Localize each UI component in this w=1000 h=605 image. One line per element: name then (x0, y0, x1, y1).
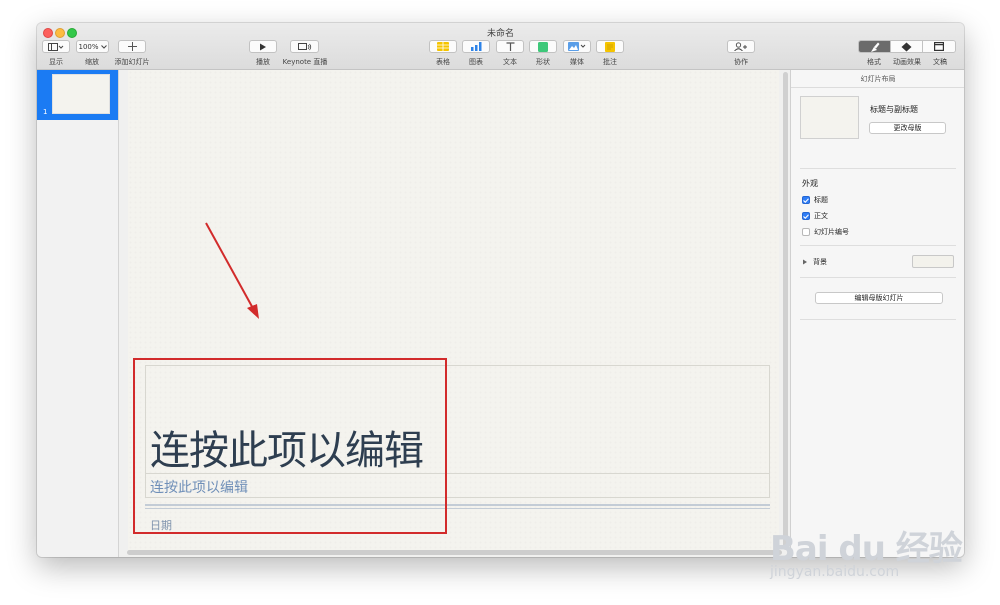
slide-navigator: 1 (37, 70, 119, 557)
zoom-select[interactable]: 100% (76, 40, 109, 53)
format-tab[interactable] (859, 41, 891, 52)
checkbox-label: 标题 (814, 196, 828, 204)
toolbar: 未命名 显示 100% 缩放 添加幻灯片 播放 Keynote 直播 表格 图表… (37, 23, 964, 70)
keynote-live-label: Keynote 直播 (282, 58, 328, 66)
media-icon (568, 42, 586, 51)
animate-diamond-icon (901, 42, 912, 51)
comment-label: 批注 (603, 58, 617, 66)
shape-button[interactable] (529, 40, 557, 53)
watermark-url: jingyan.baidu.com (770, 564, 900, 580)
view-label: 显示 (49, 58, 63, 66)
sidebar-view-icon (48, 42, 64, 51)
horizontal-scrollbar[interactable] (127, 550, 782, 555)
layout-thumbnail[interactable] (800, 96, 859, 139)
slide-number-checkbox-row[interactable]: 幻灯片编号 (802, 227, 849, 237)
checkbox-label: 正文 (814, 212, 828, 220)
background-disclosure[interactable]: 背景 (802, 257, 827, 267)
checkmark-icon (803, 213, 809, 219)
table-icon (437, 42, 449, 51)
table-button[interactable] (429, 40, 457, 53)
comment-icon (605, 41, 615, 52)
media-button[interactable] (563, 40, 591, 53)
appearance-title: 外观 (802, 179, 818, 188)
inspector-header: 幻灯片布局 (791, 70, 964, 88)
add-slide-button[interactable] (118, 40, 146, 53)
vertical-scrollbar[interactable] (783, 72, 788, 550)
inspector-segmented-control (858, 40, 956, 53)
annotation-highlight-box (133, 358, 447, 534)
body-checkbox[interactable] (802, 212, 810, 220)
background-label: 背景 (813, 258, 827, 266)
disclosure-triangle-icon (803, 259, 807, 265)
paintbrush-icon (871, 42, 880, 52)
view-menu-button[interactable] (42, 40, 70, 53)
checkmark-icon (803, 197, 809, 203)
play-label: 播放 (256, 58, 270, 66)
zoom-value: 100% (78, 42, 99, 51)
table-label: 表格 (436, 58, 450, 66)
body-checkbox-row[interactable]: 正文 (802, 211, 828, 221)
watermark-logo: Bai du 经验 (770, 529, 963, 569)
section-divider (800, 168, 956, 169)
chart-label: 图表 (469, 58, 483, 66)
collaborate-icon (734, 42, 747, 51)
section-divider (800, 245, 956, 246)
edit-master-slide-button[interactable]: 编辑母版幻灯片 (815, 292, 943, 304)
format-label: 格式 (867, 58, 881, 66)
keynote-live-icon (297, 42, 311, 50)
collaborate-button[interactable] (727, 40, 755, 53)
shape-icon (538, 41, 548, 52)
shape-label: 形状 (536, 58, 550, 66)
media-label: 媒体 (570, 58, 584, 66)
change-master-button[interactable]: 更改母版 (869, 122, 946, 134)
annotation-arrow-icon (205, 222, 259, 319)
section-divider (800, 319, 956, 320)
comment-button[interactable] (596, 40, 624, 53)
keynote-live-button[interactable] (290, 40, 319, 53)
checkbox-label: 幻灯片编号 (814, 228, 849, 236)
section-divider (800, 277, 956, 278)
chart-icon (471, 42, 482, 51)
document-label: 文稿 (933, 58, 947, 66)
background-color-well[interactable] (912, 255, 954, 268)
add-slide-label: 添加幻灯片 (114, 58, 150, 66)
animate-label: 动画效果 (893, 58, 921, 66)
text-label: 文本 (503, 58, 517, 66)
text-button[interactable] (496, 40, 524, 53)
chart-button[interactable] (462, 40, 490, 53)
watermark: Bai du 经验 jingyan.baidu.com (770, 496, 970, 586)
title-checkbox-row[interactable]: 标题 (802, 195, 828, 205)
play-icon (260, 43, 266, 50)
chevron-down-icon (100, 44, 107, 49)
document-tab[interactable] (923, 41, 955, 52)
window-title: 未命名 (486, 29, 514, 39)
title-checkbox[interactable] (802, 196, 810, 204)
slide-number-checkbox[interactable] (802, 228, 810, 236)
zoom-label: 缩放 (85, 58, 99, 66)
document-icon (934, 42, 944, 51)
layout-name: 标题与副标题 (870, 105, 918, 114)
text-icon (506, 42, 514, 51)
inspector-panel: 幻灯片布局 标题与副标题 更改母版 外观 标题 正文 幻灯片编号 背景 编辑母版… (790, 70, 964, 557)
plus-icon (127, 42, 137, 51)
slide-number: 1 (43, 108, 48, 116)
play-button[interactable] (249, 40, 277, 53)
collaborate-label: 协作 (734, 58, 748, 66)
slide-thumbnail[interactable] (52, 74, 110, 114)
animate-tab[interactable] (891, 41, 923, 52)
slide-thumbnail-row[interactable]: 1 (37, 70, 118, 120)
